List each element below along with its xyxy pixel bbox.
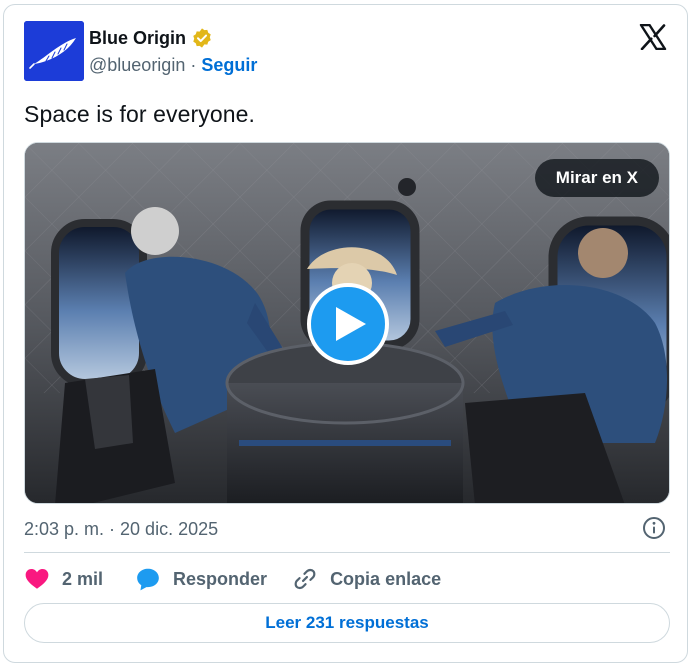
heart-icon xyxy=(25,569,49,589)
read-replies-button[interactable]: Leer 231 respuestas xyxy=(24,603,670,643)
reply-button[interactable]: Responder xyxy=(135,566,267,592)
link-icon xyxy=(294,568,316,590)
author-name-row: Blue Origin xyxy=(89,27,213,49)
video-player[interactable]: Mirar en X xyxy=(24,142,670,504)
tweet-actions: 2 mil Responder Copia enlace xyxy=(24,565,441,593)
watch-on-x-button[interactable]: Mirar en X xyxy=(534,159,659,197)
author-handle[interactable]: @blueorigin xyxy=(89,55,185,76)
author-avatar[interactable] xyxy=(24,21,84,81)
tweet-embed-card: Blue Origin @blueorigin · Seguir Space i… xyxy=(3,4,688,663)
x-logo-icon[interactable] xyxy=(639,24,667,50)
handle-separator: · xyxy=(190,55,197,75)
copy-link-label: Copia enlace xyxy=(330,568,442,589)
reply-label: Responder xyxy=(173,568,268,589)
like-count: 2 mil xyxy=(62,568,104,589)
copy-link-button[interactable]: Copia enlace xyxy=(292,566,441,592)
play-icon xyxy=(336,307,366,341)
reply-bubble-icon xyxy=(137,568,159,591)
feather-logo-icon xyxy=(24,21,84,81)
tweet-text: Space is for everyone. xyxy=(24,101,256,127)
play-button[interactable] xyxy=(307,283,389,365)
divider xyxy=(24,552,670,553)
like-button[interactable]: 2 mil xyxy=(24,566,103,592)
author-display-name[interactable]: Blue Origin xyxy=(89,28,186,49)
info-icon[interactable] xyxy=(642,516,666,540)
verified-badge-icon xyxy=(191,27,213,49)
tweet-timestamp[interactable]: 2:03 p. m. · 20 dic. 2025 xyxy=(24,519,218,540)
author-handle-row: @blueorigin · Seguir xyxy=(89,55,257,76)
follow-button[interactable]: Seguir xyxy=(201,55,257,76)
